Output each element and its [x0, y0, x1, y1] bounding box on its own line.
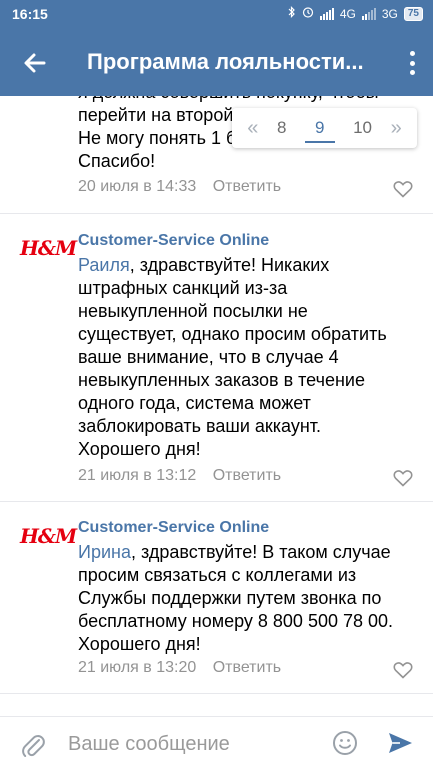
back-arrow-icon[interactable]	[20, 48, 50, 78]
alarm-icon	[302, 6, 314, 21]
comment-meta: 20 июля в 14:33 Ответить	[78, 178, 281, 196]
comments-feed[interactable]: я должна совершить покупку, чтобы перейт…	[0, 96, 433, 708]
heart-icon[interactable]	[393, 180, 413, 198]
comment-meta: 21 июля в 13:12 Ответить	[78, 467, 281, 485]
status-icons: 4G 3G 75	[288, 6, 423, 21]
comment-meta: 21 июля в 13:20 Ответить	[78, 659, 281, 677]
pager-next[interactable]: »	[391, 117, 402, 140]
reply-button[interactable]: Ответить	[213, 467, 281, 484]
comment-author[interactable]: Customer-Service Online	[78, 519, 269, 537]
hm-logo[interactable]: H&M	[20, 236, 77, 260]
comment-date: 21 июля в 13:12	[78, 467, 197, 484]
pagination: « 8 9 10 »	[232, 108, 417, 148]
mention-link[interactable]: Ирина	[78, 542, 131, 562]
comment-text: , здравствуйте! Никаких штрафных санкций…	[78, 255, 387, 459]
signal-icon-2	[361, 7, 376, 20]
comment-date: 21 июля в 13:20	[78, 659, 197, 676]
mention-link[interactable]: Раиля	[78, 255, 130, 275]
status-bar: 16:15 4G 3G 75	[0, 0, 433, 30]
status-time: 16:15	[12, 6, 48, 22]
comment-line: я должна совершить покупку, чтобы	[78, 96, 413, 104]
divider	[0, 213, 433, 214]
pager-prev[interactable]: «	[247, 117, 258, 140]
paperclip-icon[interactable]	[20, 731, 46, 759]
comment-author[interactable]: Customer-Service Online	[78, 232, 269, 250]
page-title: Программа лояльности...	[87, 49, 364, 74]
smile-icon[interactable]	[332, 730, 358, 756]
more-vertical-icon[interactable]	[409, 51, 415, 75]
pager-page-active[interactable]: 9	[305, 118, 335, 143]
pager-page[interactable]: 8	[277, 118, 286, 138]
app-header: Программа лояльности...	[0, 30, 433, 96]
heart-icon[interactable]	[393, 469, 413, 487]
pager-page[interactable]: 10	[353, 118, 372, 138]
message-input[interactable]: Ваше сообщение	[68, 733, 230, 756]
network-3g: 3G	[381, 6, 398, 21]
network-4g: 4G	[339, 6, 356, 21]
battery-icon: 75	[403, 6, 423, 21]
bluetooth-icon	[288, 6, 296, 21]
comment-body: Ирина, здравствуйте! В таком случае прос…	[78, 541, 408, 656]
reply-button[interactable]: Ответить	[213, 659, 281, 676]
message-composer: Ваше сообщение	[0, 716, 433, 770]
reply-button[interactable]: Ответить	[213, 178, 281, 195]
divider	[0, 501, 433, 502]
comment-date: 20 июля в 14:33	[78, 178, 197, 195]
heart-icon[interactable]	[393, 661, 413, 679]
comment-line: Спасибо!	[78, 151, 156, 171]
send-icon[interactable]	[386, 729, 414, 757]
hm-logo[interactable]: H&M	[20, 524, 77, 548]
comment-body: Раиля, здравствуйте! Никаких штрафных са…	[78, 254, 408, 461]
divider	[0, 693, 433, 694]
signal-icon	[319, 7, 334, 20]
